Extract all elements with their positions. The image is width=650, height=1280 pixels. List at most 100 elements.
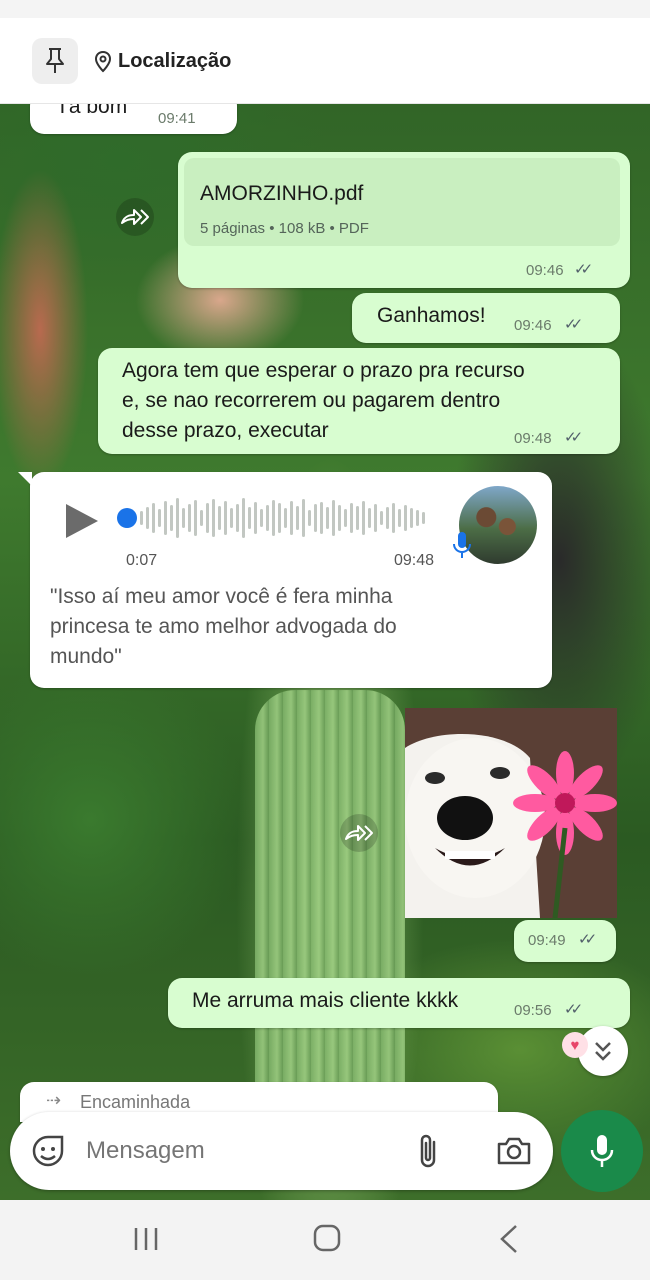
- dog-with-flower-image: [405, 708, 617, 918]
- waveform-bar: [320, 502, 323, 534]
- waveform-bar: [266, 505, 269, 531]
- forward-button[interactable]: [116, 198, 154, 236]
- file-message[interactable]: AMORZINHO.pdf 5 páginas • 108 kB • PDF 0…: [178, 152, 630, 288]
- waveform-bar: [242, 498, 245, 538]
- reaction-heart-icon: ♥: [562, 1032, 588, 1058]
- waveform-bar: [404, 505, 407, 531]
- home-icon[interactable]: [313, 1224, 341, 1252]
- waveform-bar: [170, 505, 173, 531]
- transcript-line3: mundo": [50, 645, 122, 668]
- chat-top-bar: Localização: [0, 18, 650, 104]
- message-input[interactable]: [86, 1130, 386, 1172]
- message-text: Me arruma mais cliente kkkk: [192, 989, 459, 1012]
- status-strip: [0, 0, 650, 18]
- microphone-icon: [453, 532, 471, 558]
- message-bubble-ganhamos[interactable]: Ganhamos! 09:46 ✓✓: [352, 293, 620, 343]
- message-bubble-cliente[interactable]: Me arruma mais cliente kkkk 09:56 ✓✓: [168, 978, 630, 1028]
- attach-icon[interactable]: [416, 1132, 442, 1170]
- waveform-bar: [296, 506, 299, 530]
- message-text-line3: desse prazo, executar: [122, 419, 329, 442]
- message-time: 09:46: [526, 262, 564, 279]
- forward-icon: [121, 209, 149, 225]
- message-text: Ganhamos!: [377, 304, 486, 327]
- message-time: 09:46: [514, 317, 552, 334]
- waveform-bar: [272, 500, 275, 536]
- sticker-icon[interactable]: [30, 1133, 66, 1169]
- message-time: 09:49: [528, 932, 566, 949]
- location-icon: [94, 50, 112, 72]
- scroll-down-icon: [595, 1042, 611, 1061]
- waveform-bar: [248, 507, 251, 529]
- waveform-bar: [338, 505, 341, 531]
- waveform-bar: [380, 511, 383, 525]
- audio-seek-handle[interactable]: [117, 508, 137, 528]
- waveform-bar: [422, 512, 425, 524]
- recents-icon[interactable]: [132, 1226, 160, 1252]
- waveform-bar: [278, 503, 281, 533]
- waveform-bar: [410, 508, 413, 528]
- waveform-bar: [290, 501, 293, 535]
- waveform-bar: [212, 499, 215, 537]
- image-message-photo[interactable]: [405, 708, 617, 918]
- waveform-bar: [188, 504, 191, 532]
- forward-icon: ⇢: [46, 1090, 62, 1110]
- waveform-bar: [362, 501, 365, 535]
- waveform-bar: [398, 509, 401, 527]
- image-time-bubble: 09:49 ✓✓: [514, 920, 616, 962]
- waveform-bar: [332, 500, 335, 536]
- waveform-bar: [326, 507, 329, 529]
- transcript-line2: princesa te amo melhor advogada do: [50, 615, 397, 638]
- forward-icon: [345, 825, 373, 841]
- play-icon[interactable]: [62, 502, 100, 540]
- waveform-bar: [344, 509, 347, 527]
- waveform-bar: [314, 504, 317, 532]
- pin-icon: [46, 48, 64, 73]
- read-ticks-icon: ✓✓: [564, 316, 583, 333]
- message-time: 09:41: [158, 110, 196, 127]
- message-time: 09:48: [394, 552, 435, 569]
- back-icon[interactable]: [498, 1224, 520, 1254]
- waveform-bar: [224, 501, 227, 535]
- location-link[interactable]: Localização: [94, 50, 231, 73]
- waveform-bar: [182, 508, 185, 528]
- waveform-bar: [284, 508, 287, 528]
- voice-record-button[interactable]: [561, 1110, 643, 1192]
- waveform-bar: [236, 504, 239, 532]
- waveform-bar: [260, 509, 263, 527]
- message-input-bar: [10, 1112, 553, 1190]
- waveform-bar: [200, 510, 203, 526]
- waveform-bar: [164, 501, 167, 535]
- waveform-bar: [140, 511, 143, 525]
- wallpaper-cactus: [255, 690, 405, 1120]
- transcript-line1: "Isso aí meu amor você é fera minha: [50, 585, 393, 608]
- file-meta: 5 páginas • 108 kB • PDF: [200, 220, 369, 237]
- pin-button[interactable]: [32, 38, 78, 84]
- forwarded-label: Encaminhada: [80, 1092, 191, 1112]
- message-time: 09:56: [514, 1002, 552, 1019]
- message-bubble-prazo[interactable]: Agora tem que esperar o prazo pra recurs…: [98, 348, 620, 454]
- system-nav-bar: [0, 1200, 650, 1280]
- waveform-bar: [386, 507, 389, 529]
- read-ticks-icon: ✓✓: [564, 1001, 583, 1018]
- waveform-bar: [374, 504, 377, 532]
- file-card[interactable]: AMORZINHO.pdf 5 páginas • 108 kB • PDF: [184, 158, 620, 246]
- waveform-bar: [416, 510, 419, 526]
- message-text-line2: e, se nao recorrerem ou pagarem dentro: [122, 389, 501, 412]
- waveform-bar: [194, 500, 197, 536]
- waveform-bar: [392, 503, 395, 533]
- audio-waveform[interactable]: [140, 496, 435, 540]
- waveform-bar: [368, 508, 371, 528]
- waveform-bar: [176, 498, 179, 538]
- bubble-tail: [18, 472, 32, 486]
- read-ticks-icon: ✓✓: [578, 931, 597, 948]
- waveform-bar: [302, 499, 305, 537]
- forward-button[interactable]: [340, 814, 378, 852]
- camera-icon[interactable]: [496, 1136, 532, 1166]
- waveform-bar: [254, 502, 257, 534]
- microphone-icon: [590, 1135, 614, 1167]
- waveform-bar: [146, 507, 149, 529]
- waveform-bar: [218, 506, 221, 530]
- waveform-bar: [230, 508, 233, 528]
- waveform-bar: [152, 503, 155, 533]
- waveform-bar: [356, 506, 359, 530]
